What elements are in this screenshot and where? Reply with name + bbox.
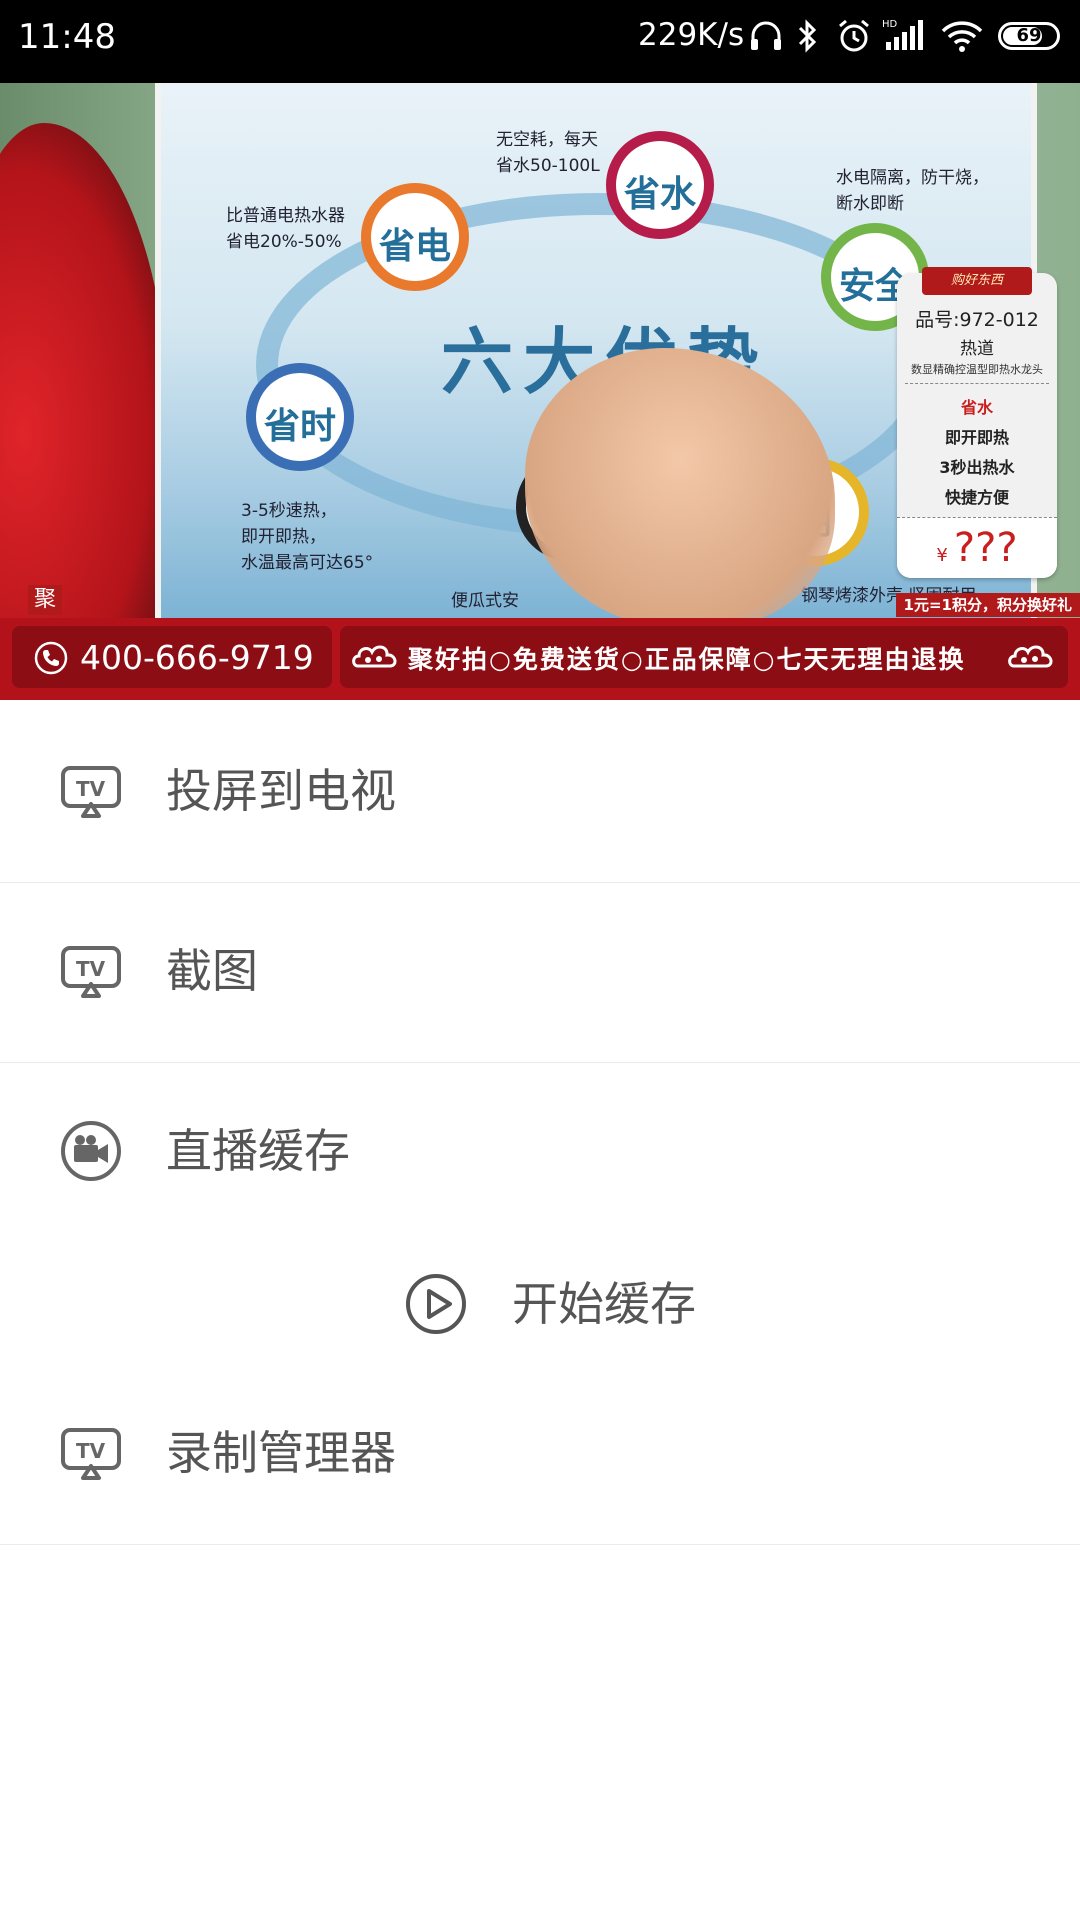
product-tag: 购好东西 品号:972-012 热道 数显精确控温型即热水龙头 省水 即开即热 … [897, 267, 1057, 578]
wifi-icon [941, 21, 983, 52]
hotline-number: 400-666-9719 [80, 638, 314, 677]
menu-item-cast-to-tv[interactable]: TV 投屏到电视 [0, 702, 1080, 883]
svg-text:TV: TV [76, 777, 106, 801]
play-circle-icon [406, 1274, 466, 1334]
menu-item-label: 截图 [166, 944, 258, 998]
currency-symbol: ¥ [936, 545, 948, 566]
product-feature-highlight: 省水 [960, 398, 993, 417]
bluetooth-icon [798, 19, 817, 53]
price-value: ??? [953, 525, 1018, 571]
cloud-ornament-icon [352, 645, 397, 668]
video-player[interactable]: 六大优势 省电 省水 安全 省时 方 用 无空耗，每天 省水50-100L 比普… [0, 83, 1080, 700]
video-camera-icon [61, 1121, 121, 1181]
start-cache-button[interactable]: 开始缓存 [404, 1272, 764, 1336]
slogan-box: 聚好拍○免费送货○正品保障○七天无理由退换 [340, 626, 1068, 688]
product-price: ¥??? [897, 517, 1057, 578]
promo-banner: 400-666-9719 聚好拍○免费送货○正品保障○七天无理由退换 [0, 618, 1080, 700]
poster-circle-water: 省水 [606, 131, 714, 239]
menu-item-screenshot[interactable]: TV 截图 [0, 882, 1080, 1063]
menu-item-label: 投屏到电视 [166, 764, 396, 818]
menu-item-label: 直播缓存 [166, 1124, 350, 1178]
product-feature: 快捷方便 [944, 488, 1009, 507]
cloud-ornament-icon [1008, 645, 1053, 668]
menu-item-live-cache[interactable]: 直播缓存 [0, 1062, 1080, 1242]
status-bar: 11:48 229K/s HD 69 [0, 0, 1080, 83]
product-desc: 数显精确控温型即热水龙头 [905, 361, 1049, 384]
channel-badge: 聚 [28, 585, 62, 615]
poster-circle-time: 省时 [246, 363, 354, 471]
tag-ribbon: 购好东西 [922, 267, 1032, 295]
battery-level: 69 [1016, 25, 1042, 46]
menu-item-label: 录制管理器 [166, 1426, 396, 1480]
points-note: 1元=1积分，积分换好礼 [895, 593, 1080, 617]
tv-cast-icon: TV [61, 946, 121, 998]
phone-icon [34, 641, 68, 675]
slogan-text: 聚好拍○免费送货○正品保障○七天无理由退换 [408, 645, 966, 674]
svg-text:HD: HD [882, 19, 898, 30]
tv-cast-icon: TV [61, 766, 121, 818]
product-feature: 3秒出热水 [939, 458, 1015, 477]
product-code: 品号:972-012 [915, 309, 1039, 331]
poster-note-time: 3-5秒速热， 即开即热， 水温最高可达65° [241, 501, 374, 573]
svg-text:TV: TV [76, 957, 106, 981]
headset-icon [751, 21, 781, 50]
poster-circle-power: 省电 [361, 183, 469, 291]
tv-cast-icon: TV [61, 1428, 121, 1480]
network-speed: 229K/s [638, 17, 745, 53]
battery-icon: 69 [998, 22, 1060, 50]
svg-text:TV: TV [76, 1439, 106, 1463]
menu-item-recording-manager[interactable]: TV 录制管理器 [0, 1364, 1080, 1545]
clock: 11:48 [18, 17, 116, 57]
product-name: 热道 [960, 339, 994, 359]
poster-note-bottom-left: 便瓜式安 [451, 591, 519, 611]
hotline-box: 400-666-9719 [12, 626, 332, 688]
poster-note-water: 无空耗，每天 省水50-100L [496, 130, 600, 176]
alarm-icon [839, 19, 869, 52]
poster-note-power: 比普通电热水器 省电20%-50% [226, 206, 345, 252]
product-feature: 即开即热 [944, 428, 1009, 447]
start-cache-label: 开始缓存 [512, 1277, 696, 1331]
poster-note-safety: 水电隔离，防干烧， 断水即断 [836, 168, 989, 214]
hd-signal-icon: HD [882, 19, 923, 50]
